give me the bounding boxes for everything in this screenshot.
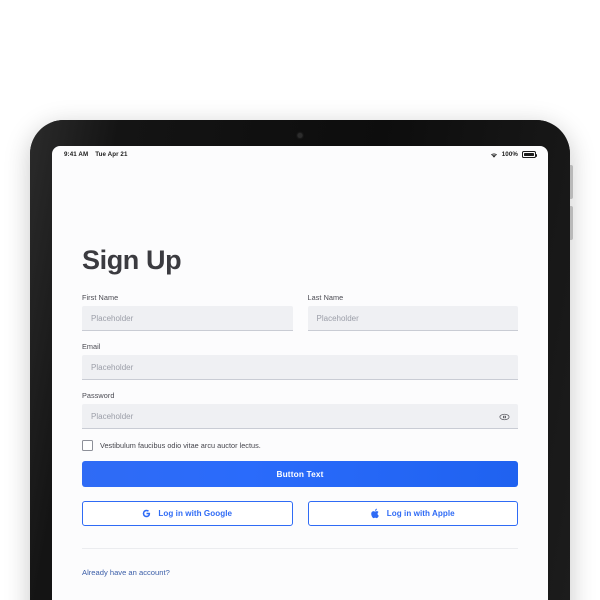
footer-link-container: Already have an account? (82, 548, 518, 580)
email-input-wrap (82, 355, 518, 380)
social-login-row: Log in with Google Log in with Apple (82, 501, 518, 526)
first-name-input[interactable] (82, 306, 293, 331)
email-input[interactable] (82, 355, 518, 380)
already-have-account-link[interactable]: Already have an account? (82, 568, 170, 577)
login-with-apple-label: Log in with Apple (386, 509, 455, 518)
battery-icon (522, 151, 538, 158)
volume-up-button[interactable] (570, 165, 573, 199)
password-field-group: Password (82, 391, 518, 429)
google-g-icon (143, 509, 151, 518)
first-name-label: First Name (82, 293, 119, 302)
last-name-label: Last Name (307, 293, 344, 302)
password-label: Password (82, 391, 115, 400)
battery-fill (523, 153, 535, 156)
front-camera-icon (297, 133, 303, 138)
tablet-device-frame: 9:41 AM Tue Apr 21 100% Sign Up First Na… (30, 120, 573, 600)
signup-form-container: Sign Up First Name Last Name (52, 163, 548, 600)
toggle-password-visibility-button[interactable] (499, 413, 510, 421)
name-field-row: First Name Last Name (82, 293, 518, 342)
status-time: 9:41 AM (64, 151, 89, 158)
submit-button[interactable]: Button Text (82, 461, 518, 487)
wifi-icon (490, 152, 497, 158)
last-name-input-wrap (307, 306, 518, 331)
status-bar: 9:41 AM Tue Apr 21 100% (52, 146, 548, 163)
email-field-group: Email (82, 342, 518, 380)
status-date: Tue Apr 21 (95, 151, 128, 158)
status-bar-left: 9:41 AM Tue Apr 21 (64, 151, 128, 158)
email-label: Email (82, 342, 101, 351)
login-with-apple-button[interactable]: Log in with Apple (307, 501, 518, 526)
first-name-input-wrap (82, 306, 293, 331)
signup-form: First Name Last Name (82, 293, 518, 580)
password-input[interactable] (82, 404, 518, 429)
terms-checkbox-label: Vestibulum faucibus odio vitae arcu auct… (100, 441, 261, 450)
status-bar-right: 100% (490, 151, 538, 158)
terms-checkbox-row[interactable]: Vestibulum faucibus odio vitae arcu auct… (82, 440, 518, 451)
login-with-google-button[interactable]: Log in with Google (82, 501, 293, 526)
terms-checkbox[interactable] (82, 440, 93, 451)
battery-percent-label: 100% (501, 151, 518, 158)
last-name-input[interactable] (307, 306, 518, 331)
eye-icon (499, 413, 510, 420)
screenshot-stage: 9:41 AM Tue Apr 21 100% Sign Up First Na… (0, 0, 600, 600)
page-title: Sign Up (82, 245, 182, 275)
password-input-wrap (82, 404, 518, 429)
last-name-field-group: Last Name (307, 293, 518, 331)
apple-logo-icon (370, 508, 379, 519)
volume-down-button[interactable] (570, 206, 573, 240)
tablet-screen: 9:41 AM Tue Apr 21 100% Sign Up First Na… (52, 146, 548, 600)
login-with-google-label: Log in with Google (158, 509, 233, 518)
first-name-field-group: First Name (82, 293, 293, 331)
